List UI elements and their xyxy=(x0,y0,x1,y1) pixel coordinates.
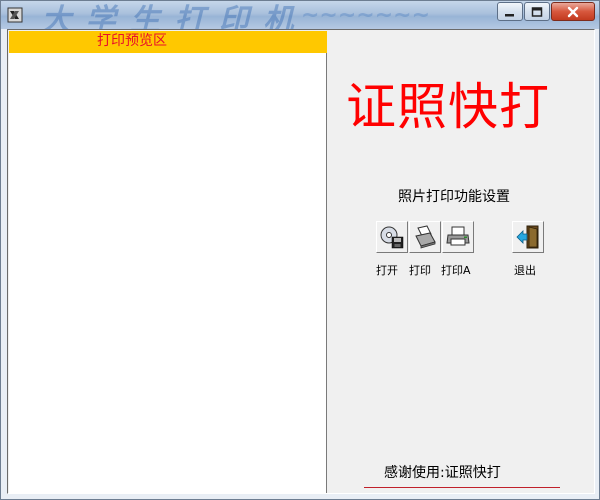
preview-header: 打印预览区 xyxy=(9,31,327,53)
maximize-icon xyxy=(531,6,543,17)
window-controls xyxy=(496,2,595,21)
minimize-icon xyxy=(505,13,514,16)
main-client-area: 打印预览区 证照快打 照片打印功能设置 打开 打印 打印A 退出 感谢使用:证照… xyxy=(7,29,595,494)
printer-icon xyxy=(446,226,470,246)
print-button[interactable] xyxy=(409,221,441,253)
print-label: 打印 xyxy=(409,264,431,277)
maximize-button[interactable] xyxy=(524,2,550,21)
footer-divider xyxy=(364,487,560,488)
app-window: 大 学 生 打 印 机 ~~~~~~~ 打印预览区 证照快打 照片打印功能设置 … xyxy=(0,0,600,500)
exit-button[interactable] xyxy=(512,221,544,253)
title-bar-banner-graphic-2: ~~~~~~~ xyxy=(301,3,431,28)
title-bar-banner-graphic: 大 学 生 打 印 机 xyxy=(41,3,296,29)
close-button[interactable] xyxy=(551,2,595,21)
print-a-label: 打印A xyxy=(441,264,471,277)
app-title: 证照快打 xyxy=(346,78,550,136)
print-preview-area: 打印预览区 xyxy=(9,31,327,493)
open-label: 打开 xyxy=(376,264,398,277)
settings-label: 照片打印功能设置 xyxy=(398,189,510,205)
control-panel: 证照快打 照片打印功能设置 打开 打印 打印A 退出 感谢使用:证照快打 xyxy=(328,31,594,493)
open-button[interactable] xyxy=(376,221,408,253)
print-a-button[interactable] xyxy=(442,221,474,253)
open-disk-icon xyxy=(380,226,404,249)
app-icon[interactable] xyxy=(7,7,23,23)
exit-door-icon xyxy=(516,225,539,249)
print-icon xyxy=(415,225,436,249)
title-bar[interactable]: 大 学 生 打 印 机 ~~~~~~~ xyxy=(1,1,599,29)
exit-label: 退出 xyxy=(514,264,536,277)
close-icon xyxy=(567,6,579,17)
minimize-button[interactable] xyxy=(497,2,523,21)
footer-thanks: 感谢使用:证照快打 xyxy=(384,465,501,481)
